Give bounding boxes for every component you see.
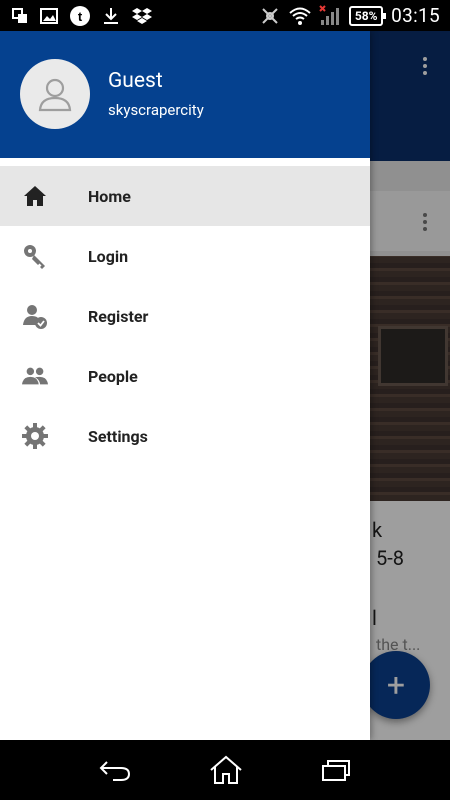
download-icon [102,7,120,25]
notification-icons: t [12,6,152,26]
tumblr-icon: t [70,6,90,26]
signal-icon [319,4,341,27]
drawer-item-settings[interactable]: Settings [0,406,370,466]
drawer-item-label: Settings [88,426,148,446]
drawer-item-login[interactable]: Login [0,226,370,286]
user-subtitle: skyscrapercity [108,101,204,119]
nfc-disabled-icon [259,5,281,27]
drawer-item-label: People [88,366,138,386]
status-bar: t 58% 03:15 [0,0,450,31]
drawer-item-people[interactable]: People [0,346,370,406]
back-icon[interactable] [99,758,131,782]
wifi-icon [289,6,311,26]
system-icons: 58% 03:15 [259,4,440,27]
system-nav-bar [0,740,450,800]
battery-indicator: 58% [349,5,387,26]
dropbox-icon [132,7,152,25]
drawer-item-home[interactable]: Home [0,166,370,226]
register-user-icon [22,303,48,329]
recent-apps-nav-icon[interactable] [321,758,351,782]
recent-apps-icon [12,8,28,24]
user-icon [38,78,72,112]
navigation-drawer: Guest skyscrapercity Home Login Register [0,31,370,740]
drawer-item-label: Home [88,186,131,206]
user-name: Guest [108,69,163,93]
people-icon [22,363,48,389]
divider [0,158,370,166]
drawer-item-register[interactable]: Register [0,286,370,346]
drawer-menu: Home Login Register People Settings [0,166,370,466]
svg-text:t: t [78,9,83,24]
drawer-item-label: Register [88,306,149,326]
key-icon [22,243,48,269]
drawer-item-label: Login [88,246,129,266]
avatar[interactable] [20,59,90,129]
gallery-icon [40,8,58,24]
home-nav-icon[interactable] [209,755,243,785]
drawer-header: Guest skyscrapercity [0,31,370,158]
home-icon [22,183,48,209]
clock: 03:15 [391,4,440,27]
gear-icon [22,423,48,449]
